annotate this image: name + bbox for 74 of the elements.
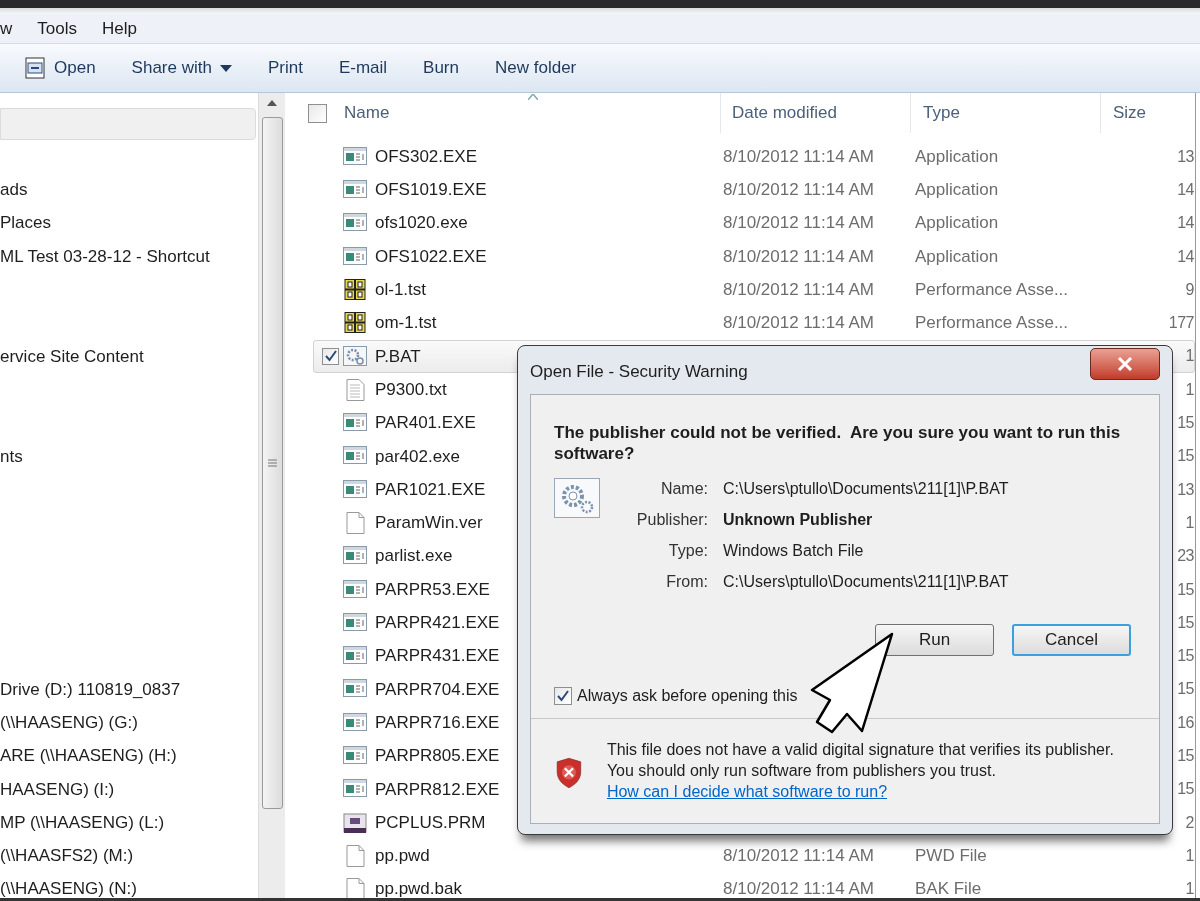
file-name: PARPR53.EXE (375, 579, 490, 599)
field-value: Unknown Publisher (723, 510, 874, 530)
file-size: 15 (1177, 680, 1194, 698)
file-size: 15 (1177, 414, 1194, 431)
file-name: PARPR812.EXE (375, 779, 500, 799)
file-name: pp.pwd.bak (375, 879, 462, 898)
field-value: Windows Batch File (723, 541, 865, 561)
file-size: 14 (1177, 247, 1194, 265)
field-label: From: (665, 572, 708, 592)
file-name: PARPR716.EXE (375, 712, 500, 732)
file-name: PARPR421.EXE (375, 613, 500, 633)
file-size: 15 (1177, 580, 1194, 598)
file-size: 2 (1185, 813, 1194, 831)
field-label: Publisher: (635, 510, 708, 530)
date-modified: 8/10/2012 11:14 AM (723, 313, 874, 333)
field-label: Type: (667, 541, 708, 561)
date-modified: 8/10/2012 11:14 AM (723, 879, 874, 898)
file-size: 1 (1185, 347, 1194, 365)
file-type: Application (915, 146, 999, 166)
date-modified: 8/10/2012 11:14 AM (723, 280, 874, 300)
file-name: P9300.txt (375, 379, 447, 399)
file-name: PAR401.EXE (375, 413, 476, 433)
file-name: PARPR431.EXE (375, 646, 500, 666)
warning-text: This file does not have a valid digital signature that verifies its publisher. You should only run software from publishers you trust. (606, 740, 1115, 781)
file-name: om-1.tst (375, 313, 437, 333)
file-name: parlist.exe (375, 546, 453, 566)
file-type: Performance Asse... (915, 280, 1069, 300)
field-value: C:\Users\ptullo\Documents\211[1]\P.BAT (723, 572, 1009, 592)
file-type: Performance Asse... (915, 313, 1069, 333)
file-size: 15 (1177, 613, 1194, 631)
file-name: ol-1.tst (375, 280, 427, 300)
file-size: 16 (1177, 713, 1194, 731)
date-modified: 8/10/2012 11:14 AM (723, 246, 874, 266)
checkbox-label: Always ask before opening this (577, 686, 798, 706)
file-type: BAK File (915, 879, 982, 898)
file-size: 13 (1177, 480, 1194, 498)
file-size: 1 (1185, 380, 1194, 398)
date-modified: 8/10/2012 11:14 AM (723, 146, 874, 166)
file-type: Application (915, 213, 999, 233)
warning-heading: The publisher could not be verified. Are you sure you want to run this software? (554, 422, 1122, 464)
file-size: 177 (1168, 314, 1194, 332)
file-size: 14 (1177, 214, 1194, 232)
file-size: 1 (1185, 880, 1194, 898)
file-name: PCPLUS.PRM (375, 812, 486, 832)
file-name: ofs1020.exe (375, 213, 468, 233)
file-size: 15 (1177, 780, 1194, 798)
file-type: Application (915, 180, 999, 200)
date-modified: 8/10/2012 11:14 AM (723, 846, 874, 866)
file-name: PARPR805.EXE (375, 746, 500, 766)
file-size: 15 (1177, 647, 1194, 665)
file-name: P.BAT (375, 346, 421, 366)
file-name: par402.exe (375, 446, 461, 466)
field-value: C:\Users\ptullo\Documents\211[1]\P.BAT (723, 479, 1009, 499)
file-size: 1 (1185, 513, 1194, 531)
file-size: 13 (1177, 147, 1194, 165)
date-modified: 8/10/2012 11:14 AM (723, 213, 874, 233)
dialog-title: Open File - Security Warning (530, 361, 748, 383)
file-size: 9 (1185, 280, 1194, 298)
file-size: 23 (1177, 547, 1194, 565)
file-name: OFS1019.EXE (375, 180, 487, 200)
date-modified: 8/10/2012 11:14 AM (723, 180, 874, 200)
file-name: OFS302.EXE (375, 146, 478, 166)
file-size: 15 (1177, 747, 1194, 764)
file-size: 1 (1185, 846, 1194, 864)
file-type: PWD File (915, 846, 987, 866)
file-name: PAR1021.EXE (375, 479, 486, 499)
file-type: Application (915, 246, 999, 266)
file-size: 15 (1177, 447, 1194, 465)
field-label: Name: (659, 479, 708, 499)
file-name: ParamWin.ver (375, 513, 483, 533)
file-size: 14 (1177, 180, 1194, 198)
file-name: PARPR704.EXE (375, 679, 500, 699)
file-name: OFS1022.EXE (375, 246, 487, 266)
file-name: pp.pwd (375, 846, 430, 866)
